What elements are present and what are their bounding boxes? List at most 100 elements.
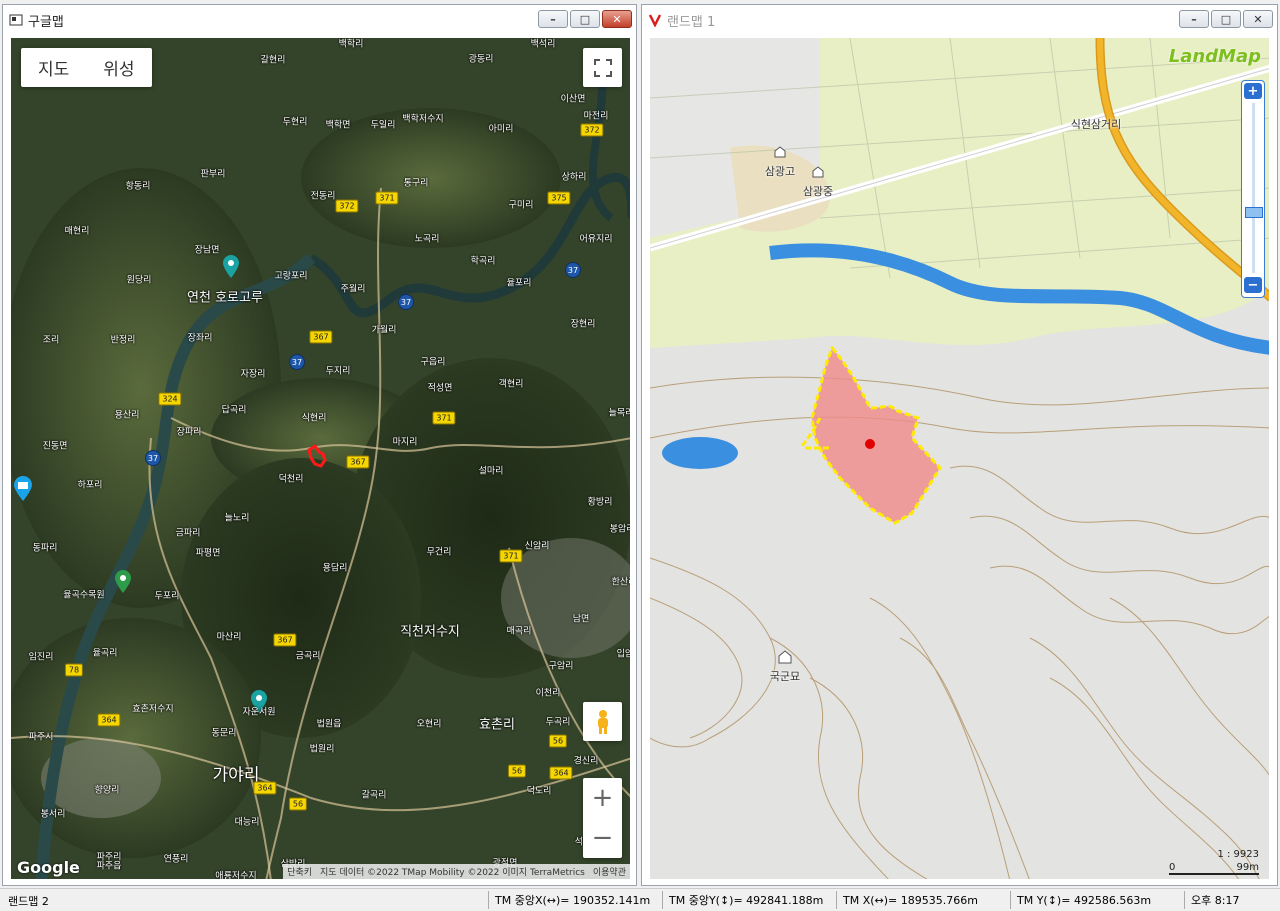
minimize-button[interactable]: – bbox=[1179, 10, 1209, 28]
tm-x: TM X(↔)= 189535.766m bbox=[836, 891, 978, 909]
place-label: 어유지리 bbox=[579, 234, 613, 245]
zoom-track[interactable] bbox=[1252, 103, 1255, 273]
park-marker-icon[interactable] bbox=[114, 570, 132, 598]
place-label: 광동리 bbox=[468, 54, 494, 65]
google-logo: Google bbox=[17, 858, 80, 877]
place-label: 학곡리 bbox=[470, 256, 496, 267]
place-label: 남면 bbox=[572, 614, 590, 625]
place-label: 진동면 bbox=[42, 441, 68, 452]
terms-link[interactable]: 이용약관 bbox=[593, 865, 626, 878]
place-label: 원당리 bbox=[126, 275, 152, 286]
photo-marker-icon[interactable] bbox=[13, 476, 33, 506]
zoom-control: + − bbox=[583, 778, 622, 858]
app-icon bbox=[9, 14, 23, 26]
close-button[interactable]: ✕ bbox=[602, 10, 632, 28]
place-label: 반정리 bbox=[110, 335, 136, 346]
place-label: 율곡리 bbox=[92, 648, 118, 659]
place-label: 매현리 bbox=[64, 226, 90, 237]
place-label: 늘노리 bbox=[224, 513, 250, 524]
zoom-in-button[interactable]: + bbox=[1244, 83, 1262, 99]
map-type-control: 지도 위성 bbox=[21, 48, 152, 87]
place-label: 연풍리 bbox=[163, 854, 189, 865]
place-label: 설마리 bbox=[478, 466, 504, 477]
cemetery-icon bbox=[778, 650, 792, 664]
close-button[interactable]: ✕ bbox=[1243, 10, 1273, 28]
pegman-icon bbox=[597, 709, 608, 734]
place-label: 백학리 bbox=[338, 39, 364, 50]
titlebar[interactable]: 구글맵 – □ ✕ bbox=[3, 5, 636, 35]
place-label: 두곡리 bbox=[545, 717, 571, 728]
place-label: 구읍리 bbox=[420, 357, 446, 368]
place-label: 장현리 bbox=[570, 319, 596, 330]
zoom-thumb[interactable] bbox=[1245, 207, 1263, 218]
place-label: 장파리 bbox=[176, 427, 202, 438]
map-data-credit: 지도 데이터 ©2022 TMap Mobility ©2022 이미지 Ter… bbox=[320, 868, 585, 878]
place-label: 봉암리 bbox=[609, 524, 630, 535]
place-label: 가월리 bbox=[371, 325, 397, 336]
place-label: 덕도리 bbox=[526, 786, 552, 797]
zoom-slider[interactable]: + − bbox=[1241, 80, 1265, 298]
place-label: 갈현리 bbox=[260, 55, 286, 66]
satellite-map[interactable]: 백학리 광동리 백석리 갈현리 이산면 두현리 백학면 두일리 백학저수지 아미리 마전리 판부리 통구… bbox=[11, 38, 630, 879]
scale-distance: 99m bbox=[1236, 862, 1259, 873]
place-label: 임진리 bbox=[28, 652, 54, 663]
place-label: 매곡리 bbox=[506, 626, 532, 637]
place-label: 두지리 bbox=[325, 366, 351, 377]
place-label: 향양리 bbox=[94, 785, 120, 796]
route-shield: 56 bbox=[548, 734, 568, 748]
place-label: 구암리 bbox=[548, 661, 574, 672]
place-label: 오현리 bbox=[416, 719, 442, 730]
status-bar: 랜드맵 2 TM 중앙X(↔)= 190352.141m TM 중앙Y(↕)= … bbox=[0, 888, 1280, 911]
place-label: 백학면 bbox=[325, 120, 351, 131]
place-label: 항동리 bbox=[125, 181, 151, 192]
route-shield: 371 bbox=[432, 411, 456, 425]
scale-ratio: 1 : 9923 bbox=[1217, 849, 1259, 860]
minimize-button[interactable]: – bbox=[538, 10, 568, 28]
place-label: 백학저수지 bbox=[402, 114, 444, 125]
land-map[interactable]: LandMap 식현삼거리 삼광고 삼광중 국군묘 + − 1 : 9923 0… bbox=[650, 38, 1269, 879]
place-label: 입암리 bbox=[616, 649, 630, 660]
shortcuts-link[interactable]: 단축키 bbox=[287, 865, 312, 878]
window-title: 랜드맵 1 bbox=[667, 14, 716, 30]
zoom-in-button[interactable]: + bbox=[583, 778, 622, 818]
route-shield: 367 bbox=[309, 330, 333, 344]
place-label: 전동리 bbox=[310, 191, 336, 202]
maximize-button[interactable]: □ bbox=[570, 10, 600, 28]
place-label: 답곡리 bbox=[221, 405, 247, 416]
scale-bar: 0 99m bbox=[1169, 862, 1259, 875]
route-shield: 56 bbox=[288, 797, 308, 811]
zoom-out-button[interactable]: − bbox=[583, 818, 622, 858]
route-shield: 37 bbox=[565, 262, 581, 278]
place-label: 황방리 bbox=[587, 497, 613, 508]
place-label: 이천리 bbox=[535, 688, 561, 699]
map-type-satellite[interactable]: 위성 bbox=[86, 55, 151, 80]
place-label: 금곡리 bbox=[295, 651, 321, 662]
place-label: 덕천리 bbox=[278, 474, 304, 485]
place-label: 구미리 bbox=[508, 200, 534, 211]
school-icon bbox=[812, 166, 824, 178]
place-label: 이산면 bbox=[560, 94, 586, 105]
place-label: 판부리 bbox=[200, 169, 226, 180]
place-label: 자운서원 bbox=[242, 707, 276, 718]
school-label: 삼광고 bbox=[764, 165, 796, 178]
titlebar[interactable]: 랜드맵 1 – □ ✕ bbox=[642, 5, 1277, 35]
route-shield: 78 bbox=[64, 663, 84, 677]
street-view-button[interactable] bbox=[583, 702, 622, 741]
map-type-map[interactable]: 지도 bbox=[21, 55, 86, 80]
fullscreen-button[interactable] bbox=[583, 48, 622, 87]
landmark-marker-icon[interactable] bbox=[222, 255, 240, 283]
window-title: 구글맵 bbox=[28, 14, 64, 30]
place-label: 법원읍 bbox=[316, 719, 342, 730]
place-label: 자장리 bbox=[240, 369, 266, 380]
place-label: 대능리 bbox=[234, 817, 260, 828]
place-label: 애룡저수지 bbox=[215, 871, 257, 880]
place-label: 마지리 bbox=[392, 437, 418, 448]
status-title: 랜드맵 2 bbox=[8, 895, 49, 908]
tm-center-x: TM 중앙X(↔)= 190352.141m bbox=[488, 891, 650, 909]
route-shield: 324 bbox=[158, 392, 182, 406]
maximize-button[interactable]: □ bbox=[1211, 10, 1241, 28]
zoom-out-button[interactable]: − bbox=[1244, 277, 1262, 293]
route-shield: 364 bbox=[97, 713, 121, 727]
place-label: 금파리 bbox=[175, 528, 201, 539]
place-label: 가야리 bbox=[212, 765, 260, 786]
